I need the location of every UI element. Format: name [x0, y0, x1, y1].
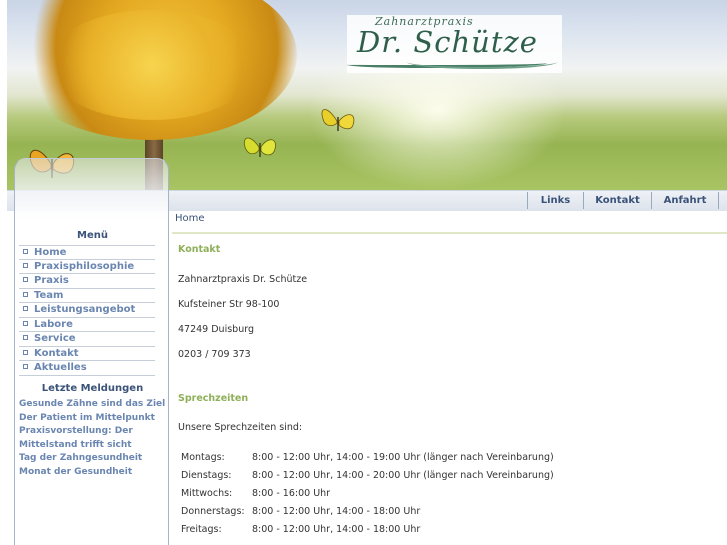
tree-crown-highlight [47, 10, 257, 120]
nav-link-links[interactable]: Links [528, 191, 583, 212]
hours-time: 8:00 - 16:00 Uhr [252, 487, 331, 499]
nav-separator [718, 192, 719, 209]
square-bullet-icon [23, 262, 28, 268]
hours-row: Montags: 8:00 - 12:00 Uhr, 14:00 - 19:00 … [178, 449, 557, 467]
logo-swoosh-2 [407, 55, 557, 69]
news-link[interactable]: Mittelstand trifft sicht [19, 439, 167, 453]
hours-table: Montags: 8:00 - 12:00 Uhr, 14:00 - 19:00 … [178, 449, 557, 538]
hours-day: Montags: [181, 452, 225, 464]
square-bullet-icon [23, 364, 28, 369]
sidebar-item-label: Aktuelles [34, 362, 87, 373]
square-bullet-icon [23, 249, 28, 254]
hours-time: 8:00 - 12:00 Uhr, 14:00 - 19:00 Uhr (län… [252, 452, 554, 464]
sidebar-item-team[interactable]: Team [19, 289, 155, 303]
news-link[interactable]: Gesunde Zähne sind das Ziel [19, 398, 167, 412]
menu-title: Menü [77, 230, 108, 241]
address-line: Kufsteiner Str 98-100 [178, 299, 280, 310]
square-bullet-icon [23, 291, 28, 297]
news-title: Letzte Meldungen [41, 383, 144, 394]
sidebar-item-leistungsangebot[interactable]: Leistungsangebot [19, 303, 155, 318]
hours-row: Mittwochs: 8:00 - 16:00 Uhr [178, 485, 557, 503]
hours-row: Dienstags: 8:00 - 12:00 Uhr, 14:00 - 20:0… [178, 467, 557, 485]
butterfly-icon [321, 109, 355, 131]
menu-list: Home Praxisphilosophie Praxis Team Leist… [19, 245, 155, 376]
hours-row: Donnerstags: 8:00 - 12:00 Uhr, 14:00 - 18… [178, 502, 557, 520]
hours-time: 8:00 - 12:00 Uhr, 14:00 - 18:00 Uhr [252, 505, 421, 517]
phone-number: 0203 / 709 373 [178, 349, 251, 360]
sidebar-item-praxisphilosophie[interactable]: Praxisphilosophie [19, 260, 155, 274]
sidebar-item-label: Kontakt [34, 347, 79, 359]
square-bullet-icon [23, 306, 28, 311]
news-link[interactable]: Monat der Gesundheit [19, 466, 167, 480]
sidebar-item-label: Praxisphilosophie [34, 260, 135, 272]
practice-logo[interactable]: Zahnarztpraxis Dr. Schütze [347, 15, 562, 73]
address-line: 47249 Duisburg [178, 324, 254, 335]
hours-day: Mittwochs: [181, 487, 233, 499]
square-bullet-icon [23, 277, 28, 282]
sidebar-item-label: Team [34, 289, 64, 301]
hours-time: 8:00 - 12:00 Uhr, 14:00 - 20:00 Uhr (län… [252, 470, 554, 482]
square-bullet-icon [23, 349, 28, 355]
hours-day: Donnerstags: [181, 505, 245, 517]
sidebar-item-label: Praxis [34, 275, 69, 286]
sidebar-item-label: Service [34, 333, 76, 344]
sidebar-item-label: Labore [34, 318, 73, 330]
sidebar-item-kontakt[interactable]: Kontakt [19, 347, 155, 361]
address-line: Zahnarztpraxis Dr. Schütze [178, 274, 308, 285]
sidebar-item-aktuelles[interactable]: Aktuelles [19, 361, 155, 376]
news-link[interactable]: Tag der Zahngesundheit [19, 452, 167, 466]
square-bullet-icon [23, 335, 28, 340]
hours-day: Dienstags: [181, 470, 232, 482]
sidebar-item-label: Leistungsangebot [34, 304, 136, 315]
sidebar-item-labore[interactable]: Labore [19, 318, 155, 332]
content-divider [172, 232, 727, 234]
sidebar-item-home[interactable]: Home [19, 245, 155, 260]
hours-day: Freitags: [181, 523, 222, 535]
news-link[interactable]: Der Patient im Mittelpunkt [19, 412, 167, 426]
hours-time: 8:00 - 12:00 Uhr, 14:00 - 18:00 Uhr [252, 523, 421, 535]
butterfly-icon [243, 137, 276, 157]
sidebar-item-service[interactable]: Service [19, 332, 155, 347]
hours-row: Freitags: 8:00 - 12:00 Uhr, 14:00 - 18:00… [178, 520, 557, 538]
news-link[interactable]: Praxisvorstellung: Der [19, 425, 167, 439]
hours-heading: Sprechzeiten [178, 393, 249, 404]
breadcrumb[interactable]: Home [175, 213, 205, 224]
logo-title: Dr. Schütze [357, 25, 538, 59]
hours-intro: Unsere Sprechzeiten sind: [178, 422, 303, 433]
sidebar: Menü Home Praxisphilosophie Praxis Team … [14, 158, 169, 545]
news-list: Gesunde Zähne sind das Ziel Der Patient … [19, 398, 167, 479]
nav-link-anfahrt[interactable]: Anfahrt [652, 191, 718, 212]
sidebar-item-praxis[interactable]: Praxis [19, 274, 155, 289]
nav-link-kontakt[interactable]: Kontakt [584, 191, 651, 212]
contact-heading: Kontakt [178, 244, 221, 255]
sidebar-item-label: Home [34, 247, 67, 258]
square-bullet-icon [23, 320, 28, 326]
